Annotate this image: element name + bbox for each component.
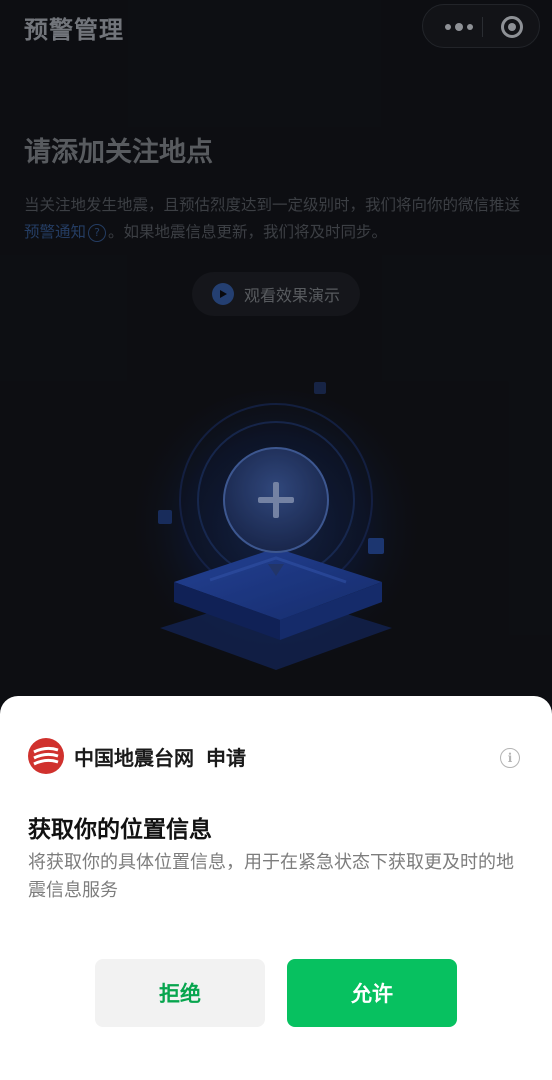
permission-description: 将获取你的具体位置信息，用于在紧急状态下获取更及时的地震信息服务 (28, 852, 514, 901)
app-name: 中国地震台网 (74, 745, 194, 770)
info-icon[interactable]: i (500, 748, 520, 768)
china-earthquake-network-logo (28, 738, 64, 774)
apply-label: 申请 (206, 745, 246, 770)
allow-button[interactable]: 允许 (287, 959, 457, 1027)
location-permission-sheet: 中国地震台网 申请 i 获取你的位置信息 将获取你的具体位置信息，用于在紧急状态… (0, 696, 552, 1080)
permission-title: 获取你的位置信息 (28, 817, 212, 843)
deny-button[interactable]: 拒绝 (95, 959, 265, 1027)
app-info-row: 中国地震台网 申请 (28, 738, 246, 774)
